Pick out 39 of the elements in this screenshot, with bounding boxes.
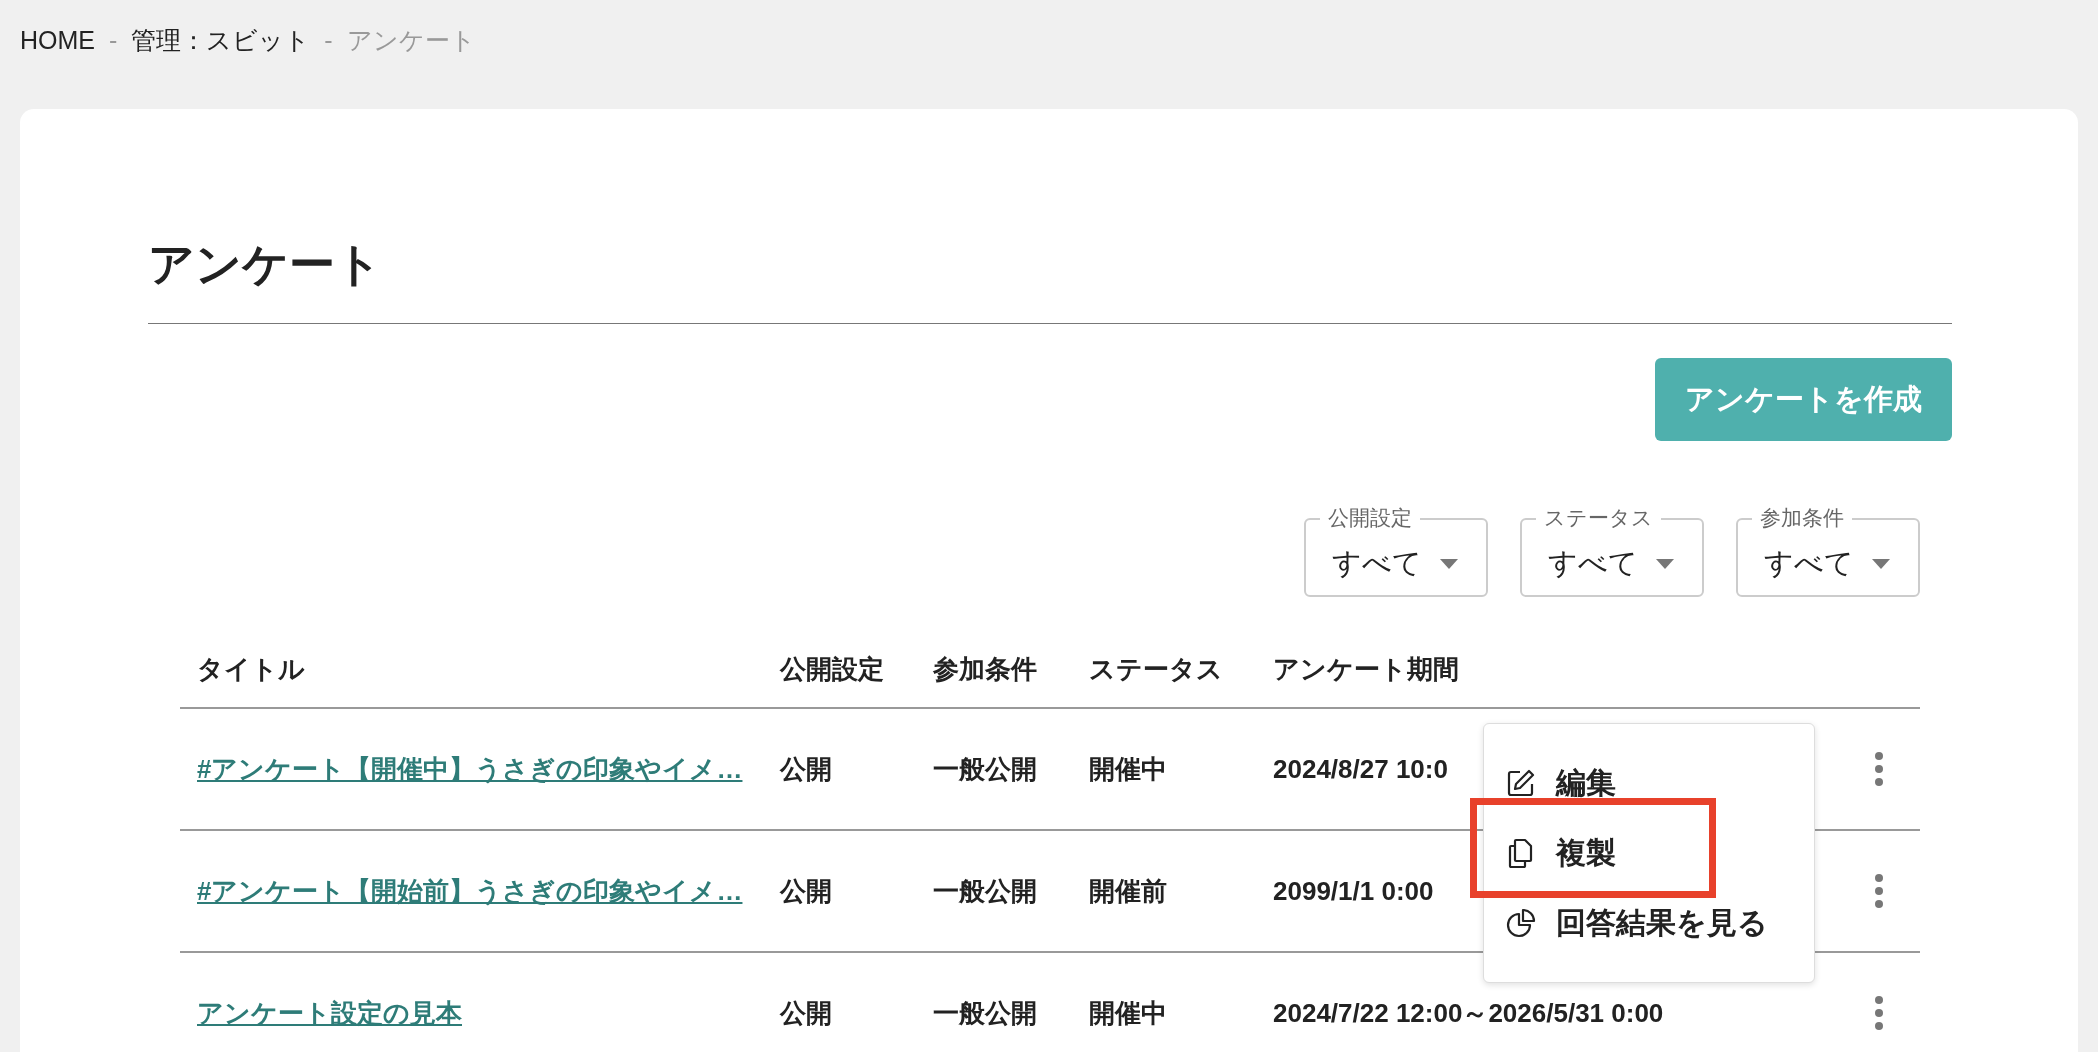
table-cell-text: 開催中 [1089,752,1168,786]
table-cell-text: 公開 [780,996,833,1030]
table-cell-text: 公開 [780,752,833,786]
breadcrumb-item: アンケート [346,25,476,56]
table-cell: 2099/1/1 0:00 [1273,875,1434,906]
breadcrumb-separator: - [109,26,118,55]
caret-icon [1656,559,1674,569]
table-cell-text: 公開 [780,874,833,908]
breadcrumb-separator: - [324,26,333,55]
more-options-icon[interactable] [1874,995,1884,1031]
more-options-icon[interactable] [1874,873,1884,909]
table-cell: 2024/7/22 12:00～2026/5/31 0:00 [1273,997,1664,1028]
breadcrumb-item[interactable]: 管理：スビット [131,24,311,57]
caret-icon [1872,559,1890,569]
menu-item[interactable]: 複製 [1484,818,1814,888]
breadcrumb-item[interactable]: HOME [20,26,95,55]
pencil-icon [1506,768,1536,798]
column-header: タイトル [196,652,306,686]
column-header: 参加条件 [933,652,1038,686]
filter-select[interactable]: 公開設定 すべて [1304,505,1488,597]
survey-title-link[interactable]: #アンケート【開催中】うさぎの印象やイメ… [197,753,743,784]
page-title: アンケート [148,241,383,292]
survey-title-link[interactable]: #アンケート【開始前】うさぎの印象やイメ… [197,875,743,906]
column-header: アンケート期間 [1273,652,1460,686]
menu-item[interactable]: 回答結果を見る [1484,888,1814,958]
caret-icon [1440,559,1458,569]
table-cell: 2024/8/27 10:0 [1273,753,1448,784]
menu-item[interactable]: 編集 [1484,748,1814,818]
column-header: ステータス [1089,652,1224,686]
table-cell-text: 開催前 [1089,874,1168,908]
table-cell-text: 開催中 [1089,996,1168,1030]
table-cell-text: 一般公開 [933,996,1038,1030]
survey-title-link[interactable]: アンケート設定の見本 [197,997,462,1028]
column-header: 公開設定 [780,652,885,686]
pie-chart-icon [1506,908,1536,938]
more-options-icon[interactable] [1874,751,1884,787]
filter-select[interactable]: 参加条件 すべて [1736,505,1920,597]
table-cell-text: 一般公開 [933,874,1038,908]
table-cell-text: 一般公開 [933,752,1038,786]
